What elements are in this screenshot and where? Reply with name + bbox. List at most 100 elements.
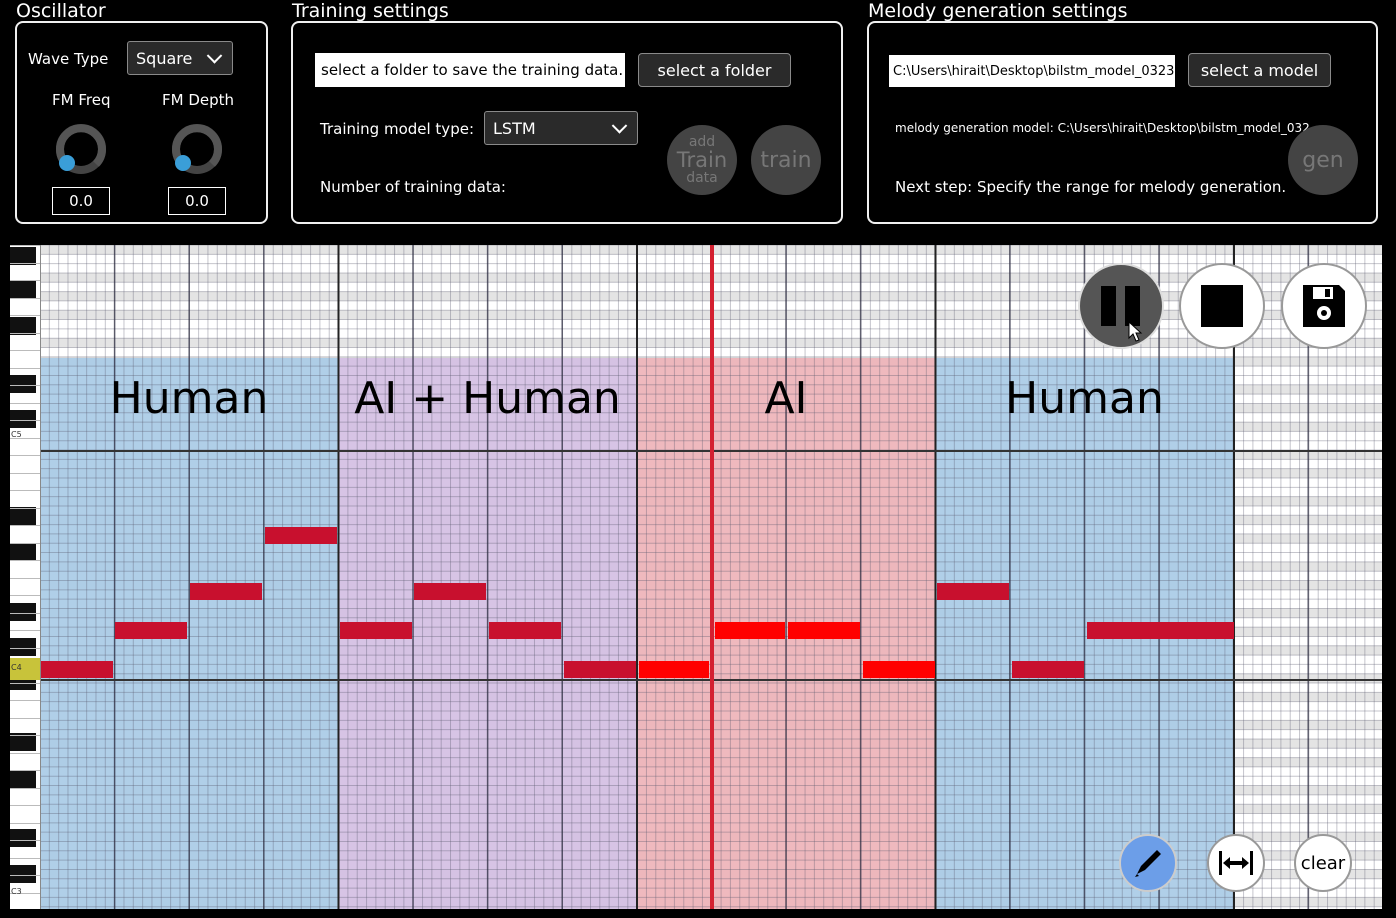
melody-note[interactable] [41, 661, 113, 678]
black-key[interactable] [10, 865, 36, 883]
add-train-data-button[interactable]: add Train data [667, 125, 737, 195]
melody-note[interactable] [489, 622, 561, 639]
key-divider [10, 630, 40, 631]
key-divider [10, 787, 40, 789]
key-divider [10, 262, 40, 264]
range-arrows-icon [1219, 851, 1253, 875]
melody-note[interactable] [639, 661, 709, 678]
region-label: AI + Human [354, 373, 621, 424]
key-divider [10, 420, 40, 421]
key-divider [10, 822, 40, 824]
melody-note[interactable] [788, 622, 860, 639]
stop-button[interactable] [1179, 263, 1265, 349]
melody-note[interactable] [715, 622, 785, 639]
fm-freq-value[interactable]: 0.0 [52, 187, 110, 215]
data-label: data [686, 169, 718, 186]
key-divider [10, 280, 40, 281]
melody-note[interactable] [190, 583, 262, 600]
pen-tool-button[interactable] [1119, 834, 1177, 892]
select-model-button[interactable]: select a model [1188, 53, 1331, 87]
key-divider [10, 297, 40, 299]
fm-depth-label: FM Depth [162, 91, 235, 109]
key-divider [10, 647, 40, 649]
piano-keyboard[interactable] [10, 245, 41, 909]
pen-icon [1135, 850, 1161, 877]
model-type-label: Training model type: [320, 120, 474, 138]
wave-type-value: Square [136, 48, 193, 68]
melody-note[interactable] [265, 527, 337, 544]
fm-depth-knob[interactable] [168, 121, 226, 179]
key-divider [10, 472, 40, 474]
training-title: Training settings [292, 0, 449, 22]
fm-depth-value[interactable]: 0.0 [168, 187, 226, 215]
wave-type-select[interactable]: Square [127, 41, 233, 75]
wave-type-label: Wave Type [28, 50, 109, 68]
key-divider [10, 245, 40, 246]
key-divider [10, 682, 40, 684]
clear-button[interactable]: clear [1294, 834, 1352, 892]
melody-panel: C:\Users\hirait\Desktop\bilstm_model_032… [867, 21, 1378, 224]
oscillator-panel: Wave Type Square FM Freq FM Depth 0.0 0.… [15, 21, 268, 224]
melody-note[interactable] [564, 661, 636, 678]
melody-note[interactable] [1087, 622, 1234, 639]
black-key[interactable] [10, 829, 36, 847]
key-divider [10, 770, 40, 771]
key-divider [10, 577, 40, 579]
knob-handle[interactable] [175, 155, 191, 171]
black-key[interactable] [10, 543, 36, 561]
chevron-down-icon [611, 118, 628, 134]
gen-button[interactable]: gen [1288, 125, 1358, 195]
melody-note[interactable] [937, 583, 1009, 600]
stop-icon [1201, 285, 1243, 327]
key-label-c5: C5 [11, 430, 22, 439]
melody-note[interactable] [414, 583, 486, 600]
key-divider [10, 385, 40, 386]
key-divider [10, 612, 40, 614]
oscillator-title: Oscillator [16, 0, 106, 22]
key-divider [10, 315, 40, 316]
pause-button[interactable] [1078, 263, 1164, 349]
model-type-value: LSTM [493, 118, 536, 138]
train-button[interactable]: train [751, 125, 821, 195]
region-label: Human [109, 373, 269, 424]
key-divider [10, 507, 40, 509]
melody-note[interactable] [340, 622, 412, 639]
key-divider [10, 595, 40, 596]
black-key[interactable] [10, 771, 36, 789]
playhead[interactable] [710, 245, 714, 909]
black-key[interactable] [10, 281, 36, 299]
black-key[interactable] [10, 375, 36, 393]
key-divider [10, 857, 40, 859]
fm-freq-label: FM Freq [52, 91, 111, 109]
model-path-field[interactable]: C:\Users\hirait\Desktop\bilstm_model_032… [889, 55, 1175, 87]
floppy-disk-icon [1303, 285, 1345, 327]
key-divider [10, 402, 40, 404]
range-tool-button[interactable] [1207, 834, 1265, 892]
melody-note[interactable] [863, 661, 935, 678]
key-divider [10, 752, 40, 754]
melody-note[interactable] [115, 622, 187, 639]
grid-lines [39, 245, 1382, 909]
key-divider [10, 735, 40, 736]
key-divider [10, 875, 40, 876]
key-label-c3: C3 [11, 887, 22, 896]
knob-handle[interactable] [59, 155, 75, 171]
key-divider [10, 525, 40, 526]
black-key[interactable] [10, 410, 36, 428]
save-button[interactable] [1281, 263, 1367, 349]
training-folder-field[interactable]: select a folder to save the training dat… [315, 53, 625, 87]
key-divider [10, 805, 40, 806]
cursor-icon [1128, 321, 1143, 342]
select-folder-button[interactable]: select a folder [638, 53, 791, 87]
key-divider [10, 717, 40, 719]
chevron-down-icon [206, 48, 223, 64]
key-divider [10, 455, 40, 456]
key-divider [10, 700, 40, 701]
key-divider [10, 542, 40, 544]
model-type-select[interactable]: LSTM [484, 111, 638, 145]
piano-roll[interactable]: Human AI + Human AI Human C5 C4 C3 clear [10, 245, 1382, 909]
black-key[interactable] [10, 507, 36, 525]
melody-note[interactable] [1012, 661, 1084, 678]
fm-freq-knob[interactable] [52, 121, 110, 179]
train-label-big: Train [676, 147, 728, 172]
